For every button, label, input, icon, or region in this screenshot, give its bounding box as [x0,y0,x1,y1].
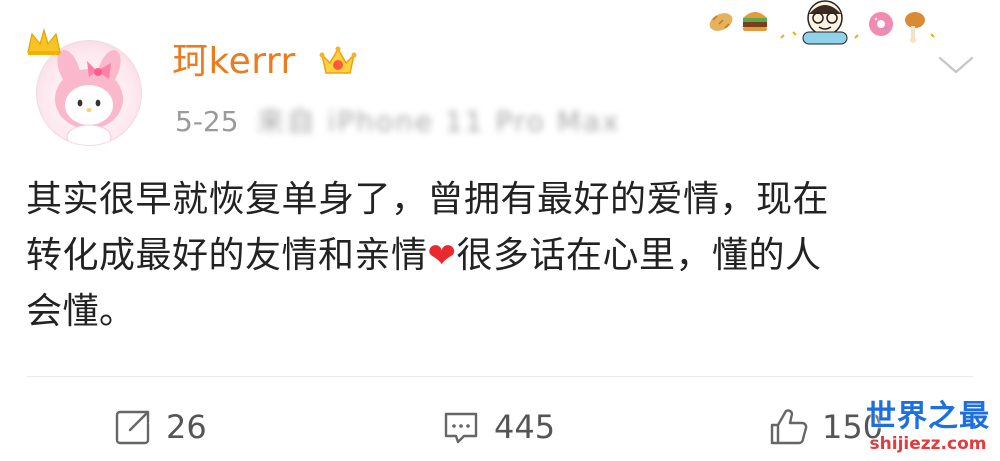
comment-count: 445 [494,408,556,446]
food-stickers-icon [705,0,940,48]
content-line-2b: 很多话在心里，懂的人 [456,235,822,276]
content-line-1: 其实很早就恢复单身了，曾拥有最好的爱情，现在 [26,179,830,220]
content-line-2: 转化成最好的友情和亲情❤很多话在心里，懂的人 [26,228,976,284]
post-time: 5-25 [175,105,239,138]
post-meta: 5-25 来自 iPhone 11 Pro Max [175,104,621,140]
thumbs-up-icon [770,409,808,445]
repost-icon [115,410,150,445]
heart-icon: ❤ [427,236,457,276]
watermark-title: 世界之最 [866,399,990,434]
comment-icon [444,412,478,444]
vip-crown-icon[interactable] [318,43,358,79]
divider [26,376,974,377]
author-avatar[interactable] [27,22,148,146]
content-line-3: 会懂。 [26,291,136,332]
site-watermark: 世界之最 shijiezz.com [858,400,998,460]
crown-icon [24,26,64,58]
watermark-url: shijiezz.com [869,434,987,454]
comment-button[interactable]: 445 [440,400,555,454]
repost-count: 26 [166,408,207,446]
post-device: 来自 iPhone 11 Pro Max [256,105,621,138]
action-bar: 26 445 150 [0,400,1000,454]
author-name[interactable]: 珂kerrr [172,40,296,84]
repost-button[interactable]: 26 [112,400,207,454]
chevron-down-icon[interactable] [936,54,976,78]
post-content: 其实很早就恢复单身了，曾拥有最好的爱情，现在 转化成最好的友情和亲情❤很多话在心… [26,172,976,340]
weibo-post: 珂kerrr 5-25 来自 iPhone 11 Pro Max 其实很早就恢复… [0,0,1000,461]
content-line-2a: 转化成最好的友情和亲情 [26,235,428,276]
